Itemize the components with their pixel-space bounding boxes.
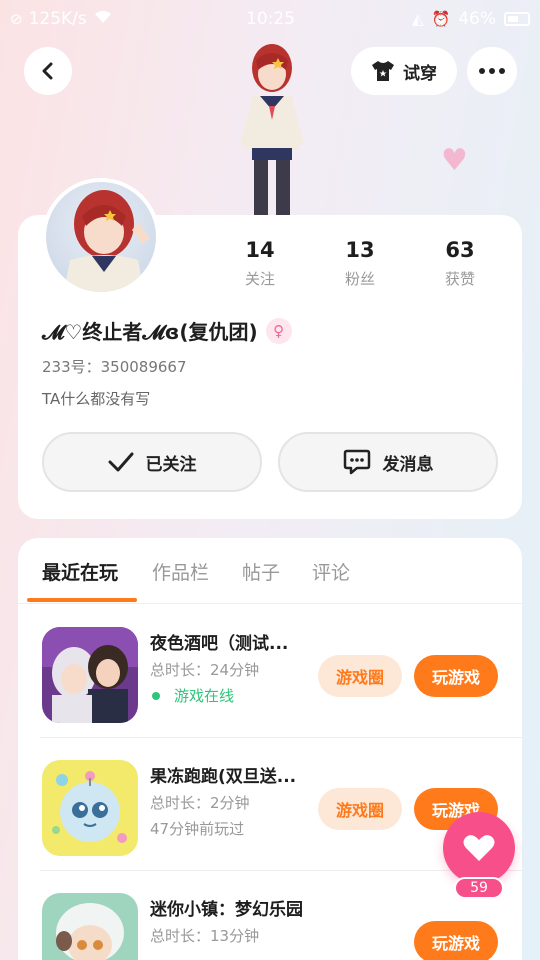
network-speed: 125K/s bbox=[28, 9, 87, 29]
like-count-badge: 59 bbox=[454, 877, 504, 899]
chat-bubble-icon bbox=[343, 449, 370, 475]
user-bio: TA什么都没有写 bbox=[42, 390, 151, 408]
status-bar: ⊘ 125K/s 10:25 ◭ ⏰ 46% bbox=[0, 0, 540, 38]
play-game-button[interactable]: 玩游戏 bbox=[414, 655, 498, 697]
game-status: 游戏在线 bbox=[150, 685, 234, 706]
status-right: ◭ ⏰ 46% bbox=[412, 9, 530, 29]
like-fab-button[interactable] bbox=[443, 812, 515, 884]
tab-bar: 最近在玩 作品栏 帖子 评论 bbox=[18, 538, 522, 604]
recent-games-card: 最近在玩 作品栏 帖子 评论 夜色酒吧（测试... 总时长：24分钟 游戏在线 … bbox=[18, 538, 522, 960]
stat-number: 63 bbox=[445, 238, 475, 262]
stat-following[interactable]: 14 关注 bbox=[210, 238, 310, 289]
game-icon-mini-town bbox=[42, 893, 138, 960]
stat-followers[interactable]: 13 粉丝 bbox=[310, 238, 410, 289]
game-duration: 总时长：13分钟 bbox=[150, 927, 260, 945]
checkmark-icon bbox=[108, 452, 133, 472]
tab-works[interactable]: 作品栏 bbox=[152, 558, 209, 585]
stat-number: 13 bbox=[345, 238, 375, 262]
game-status-text: 47分钟前玩过 bbox=[150, 820, 245, 838]
stat-likes[interactable]: 63 获赞 bbox=[410, 238, 510, 289]
status-left: ⊘ 125K/s bbox=[10, 9, 113, 29]
game-title: 果冻跑跑(双旦送... bbox=[150, 767, 297, 787]
more-options-button[interactable] bbox=[467, 47, 517, 95]
game-status: 47分钟前玩过 bbox=[150, 818, 244, 839]
avatar-character-model bbox=[222, 40, 318, 215]
female-gender-icon: ♀ bbox=[265, 317, 292, 344]
more-dot-icon bbox=[499, 68, 505, 74]
game-circle-button[interactable]: 游戏圈 bbox=[318, 655, 402, 697]
game-icon-night-bar bbox=[42, 627, 138, 723]
game-title: 夜色酒吧（测试... bbox=[150, 634, 289, 654]
stat-label: 关注 bbox=[244, 270, 275, 288]
tab-comments[interactable]: 评论 bbox=[312, 558, 350, 585]
back-button[interactable] bbox=[24, 47, 72, 95]
try-on-label: 试穿 bbox=[403, 63, 437, 84]
more-dot-icon bbox=[479, 68, 485, 74]
avatar-image bbox=[46, 182, 156, 292]
heart-icon bbox=[463, 835, 495, 861]
wifi-icon bbox=[93, 9, 113, 29]
status-time: 10:25 bbox=[246, 9, 295, 29]
game-status-text: 游戏在线 bbox=[174, 687, 235, 705]
battery-icon bbox=[504, 12, 530, 26]
stat-number: 14 bbox=[245, 238, 275, 262]
game-duration: 总时长：2分钟 bbox=[150, 794, 250, 812]
no-disturb-icon: ⊘ bbox=[10, 10, 23, 28]
user-id: 233号：350089667 bbox=[42, 358, 187, 376]
send-message-label: 发消息 bbox=[382, 454, 434, 475]
username-row: 𝓜♡终止者𝓜ɞ(复仇团) ♀ bbox=[42, 316, 292, 345]
tab-recently-played[interactable]: 最近在玩 bbox=[42, 558, 118, 585]
try-on-button[interactable]: 试穿 bbox=[351, 47, 457, 95]
back-arrow-icon bbox=[42, 62, 53, 80]
online-dot-icon bbox=[152, 691, 160, 700]
send-message-button[interactable]: 发消息 bbox=[278, 432, 498, 492]
more-dot-icon bbox=[489, 68, 495, 74]
game-duration: 总时长：24分钟 bbox=[150, 661, 260, 679]
stat-label: 粉丝 bbox=[344, 270, 375, 288]
username: 𝓜♡终止者𝓜ɞ(复仇团) bbox=[42, 320, 258, 344]
profile-stats: 14 关注 13 粉丝 63 获赞 bbox=[210, 238, 510, 289]
tshirt-icon bbox=[372, 61, 394, 81]
list-item[interactable]: 迷你小镇：梦幻乐园 总时长：13分钟 玩游戏 bbox=[18, 871, 522, 960]
followed-label: 已关注 bbox=[145, 454, 197, 475]
floating-heart-icon: ♥ bbox=[441, 143, 468, 178]
game-title: 迷你小镇：梦幻乐园 bbox=[150, 900, 303, 920]
active-tab-indicator bbox=[27, 598, 137, 602]
avatar[interactable] bbox=[42, 178, 160, 296]
game-circle-button[interactable]: 游戏圈 bbox=[318, 788, 402, 830]
game-icon-jelly-run bbox=[42, 760, 138, 856]
followed-button[interactable]: 已关注 bbox=[42, 432, 262, 492]
play-game-button[interactable]: 玩游戏 bbox=[414, 921, 498, 960]
alarm-icon: ⏰ bbox=[431, 10, 451, 28]
nfc-icon: ◭ bbox=[411, 10, 424, 28]
stat-label: 获赞 bbox=[444, 270, 475, 288]
list-item[interactable]: 夜色酒吧（测试... 总时长：24分钟 游戏在线 游戏圈 玩游戏 bbox=[18, 605, 522, 738]
tab-posts[interactable]: 帖子 bbox=[242, 558, 280, 585]
battery-level: 46% bbox=[458, 9, 496, 29]
